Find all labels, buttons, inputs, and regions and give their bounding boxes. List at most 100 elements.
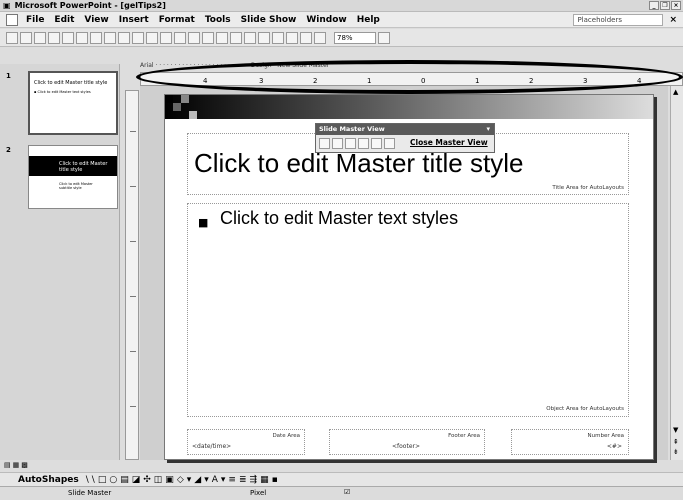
menu-help[interactable]: Help — [352, 15, 385, 25]
help-search-input[interactable]: Placeholders — [573, 13, 664, 26]
research-icon[interactable] — [118, 31, 130, 44]
rectangle-icon[interactable]: □ — [98, 475, 107, 485]
minimize-button[interactable]: _ — [649, 1, 659, 10]
menu-window[interactable]: Window — [301, 15, 351, 25]
line-icon[interactable]: \ — [86, 475, 89, 485]
zoom-select[interactable]: 78% — [334, 31, 376, 44]
document-icon[interactable] — [6, 13, 18, 26]
toolbar-options-icon[interactable]: ▾ — [486, 124, 490, 135]
font-color-dropdown-icon[interactable]: ▾ — [221, 475, 226, 485]
insert-slide-master-icon[interactable] — [319, 138, 330, 149]
preserve-master-icon[interactable] — [358, 138, 369, 149]
insert-title-master-icon[interactable] — [332, 138, 343, 149]
master-body-text[interactable]: Click to edit Master text styles — [220, 208, 458, 229]
body-placeholder[interactable]: ■ Click to edit Master text styles Objec… — [187, 203, 629, 417]
shadow-style-icon[interactable]: ▦ — [260, 475, 269, 485]
copy-icon[interactable] — [146, 31, 158, 44]
line-style-icon[interactable]: ≡ — [228, 475, 236, 485]
restore-button[interactable]: ❐ — [660, 1, 670, 10]
line-color-icon[interactable]: ◢ — [194, 475, 201, 485]
autoshapes-menu[interactable]: AutoShapes — [18, 475, 79, 485]
permission-icon[interactable] — [48, 31, 60, 44]
menu-tools[interactable]: Tools — [200, 15, 236, 25]
menu-insert[interactable]: Insert — [114, 15, 154, 25]
thumbnail-number: 1 — [6, 72, 11, 80]
print-icon[interactable] — [76, 31, 88, 44]
undo-icon[interactable] — [188, 31, 200, 44]
close-window-button[interactable]: × — [671, 1, 681, 10]
drawing-toolbar: AutoShapes \ \ □ ○ ▤ ◪ ✣ ◫ ▣ ◇ ▾ ◢ ▾ A ▾… — [0, 472, 683, 486]
menu-view[interactable]: View — [79, 15, 113, 25]
email-icon[interactable] — [62, 31, 74, 44]
close-master-view-button[interactable]: Close Master View — [410, 138, 488, 147]
menu-edit[interactable]: Edit — [49, 15, 79, 25]
cut-icon[interactable] — [132, 31, 144, 44]
status-bar: Slide Master Pixel ☑ — [0, 486, 683, 500]
slide-show-view-icon[interactable]: ▩ — [21, 461, 28, 469]
thumbnail-slide-master[interactable]: Click to edit Master title style ▪ Click… — [28, 71, 118, 135]
number-value: <#> — [606, 443, 622, 450]
tables-borders-icon[interactable] — [244, 31, 256, 44]
font-color-icon[interactable]: A — [212, 475, 218, 485]
paste-icon[interactable] — [160, 31, 172, 44]
delete-master-icon[interactable] — [345, 138, 356, 149]
vertical-scrollbar[interactable]: ▲ ▼ ⇞ ⇟ — [670, 86, 683, 460]
slide-sorter-view-icon[interactable]: ▦ — [13, 461, 20, 469]
wordart-icon[interactable]: ◪ — [132, 475, 141, 485]
slide-master-view-toolbar[interactable]: Slide Master View ▾ Close Master View — [315, 123, 495, 153]
normal-view-icon[interactable]: ▤ — [4, 461, 11, 469]
chart-icon[interactable] — [216, 31, 228, 44]
help-icon[interactable] — [378, 31, 390, 44]
3d-style-icon[interactable]: ▪ — [272, 475, 278, 485]
thumbnail-body: Click to edit Master subtitle style — [59, 182, 93, 190]
ruler-mark — [130, 131, 136, 132]
new-icon[interactable] — [6, 31, 18, 44]
number-placeholder[interactable]: Number Area <#> — [511, 429, 629, 455]
thumbnail-title-master[interactable]: Click to edit Master title style Click t… — [28, 145, 118, 209]
vertical-ruler[interactable] — [125, 90, 139, 460]
footer-value: <footer> — [392, 443, 421, 450]
insert-picture-icon[interactable] — [258, 31, 270, 44]
date-placeholder[interactable]: Date Area <date/time> — [187, 429, 305, 455]
footer-placeholder[interactable]: Footer Area <footer> — [329, 429, 485, 455]
clip-art-icon[interactable]: ◫ — [154, 475, 163, 485]
rename-master-icon[interactable] — [371, 138, 382, 149]
oval-icon[interactable]: ○ — [109, 475, 117, 485]
save-icon[interactable] — [34, 31, 46, 44]
spelling-status-icon[interactable]: ☑ — [344, 488, 350, 496]
app-icon[interactable]: ▣ — [3, 1, 11, 10]
table-icon[interactable] — [230, 31, 242, 44]
arrow-icon[interactable]: \ — [92, 475, 95, 485]
next-slide-icon[interactable]: ⇟ — [673, 448, 679, 456]
close-document-button[interactable]: × — [663, 15, 683, 25]
scroll-down-icon[interactable]: ▼ — [673, 426, 678, 434]
arrow-style-icon[interactable]: ⇶ — [250, 475, 258, 485]
open-icon[interactable] — [20, 31, 32, 44]
object-area-label: Object Area for AutoLayouts — [546, 406, 624, 412]
redo-icon[interactable] — [202, 31, 214, 44]
master-layout-icon[interactable] — [384, 138, 395, 149]
slide-master-toolbar-title[interactable]: Slide Master View — [316, 124, 494, 135]
menu-file[interactable]: File — [21, 15, 49, 25]
expand-all-icon[interactable] — [272, 31, 284, 44]
print-preview-icon[interactable] — [90, 31, 102, 44]
diagram-icon[interactable]: ✣ — [143, 475, 151, 485]
scroll-up-icon[interactable]: ▲ — [673, 88, 678, 96]
grid-icon[interactable] — [300, 31, 312, 44]
text-box-icon[interactable]: ▤ — [120, 475, 129, 485]
previous-slide-icon[interactable]: ⇞ — [673, 438, 679, 446]
menu-format[interactable]: Format — [154, 15, 200, 25]
picture-icon[interactable]: ▣ — [165, 475, 174, 485]
line-color-dropdown-icon[interactable]: ▾ — [204, 475, 209, 485]
dash-style-icon[interactable]: ≣ — [239, 475, 247, 485]
bullet-icon: ■ — [198, 216, 209, 229]
fill-color-dropdown-icon[interactable]: ▾ — [187, 475, 192, 485]
menu-slide-show[interactable]: Slide Show — [236, 15, 302, 25]
show-formatting-icon[interactable] — [286, 31, 298, 44]
fill-color-icon[interactable]: ◇ — [177, 475, 184, 485]
format-painter-icon[interactable] — [174, 31, 186, 44]
window-title: Microsoft PowerPoint - [gelTips2] — [14, 1, 166, 10]
spelling-icon[interactable] — [104, 31, 116, 44]
color-grayscale-icon[interactable] — [314, 31, 326, 44]
title-area-label: Title Area for AutoLayouts — [552, 185, 624, 191]
